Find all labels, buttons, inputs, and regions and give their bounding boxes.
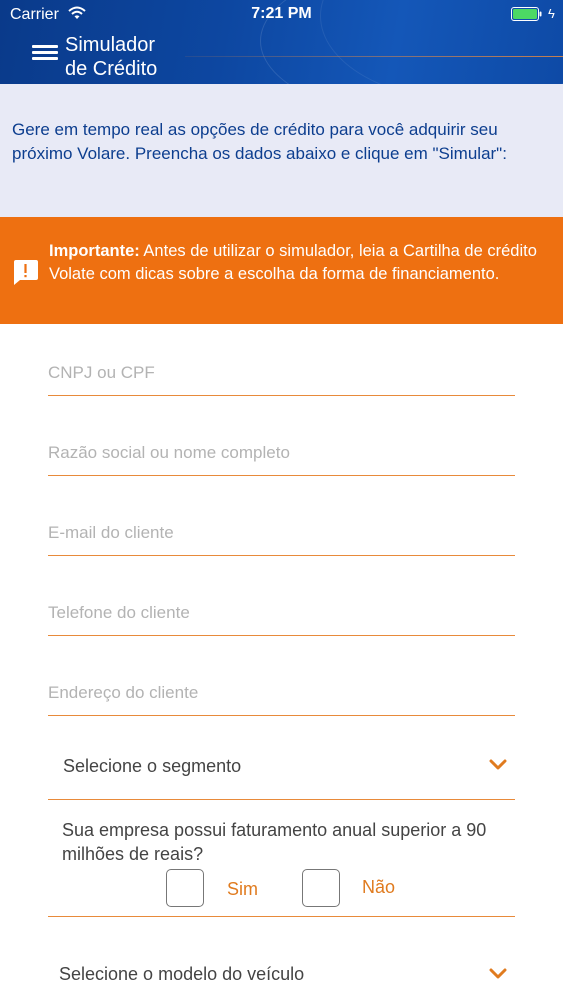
no-label[interactable]: Não — [362, 877, 395, 898]
status-time: 7:21 PM — [251, 5, 312, 22]
menu-button[interactable] — [30, 40, 60, 70]
segment-select-label: Selecione o segmento — [63, 756, 242, 776]
header-decoration — [185, 56, 563, 57]
intro-text: Gere em tempo real as opções de crédito … — [12, 120, 507, 163]
section-divider — [48, 916, 515, 917]
phone-field — [48, 590, 515, 636]
chevron-down-icon — [489, 968, 507, 979]
chevron-down-icon — [489, 759, 507, 770]
address-field — [48, 670, 515, 716]
vehicle-model-select[interactable]: Selecione o modelo do veículo — [48, 950, 515, 998]
address-input[interactable] — [48, 670, 515, 715]
email-field — [48, 510, 515, 556]
phone-input[interactable] — [48, 590, 515, 635]
alert-message-icon — [14, 260, 38, 285]
important-notice: Importante: Antes de utilizar o simulado… — [0, 217, 563, 324]
menu-icon — [32, 57, 58, 60]
page-title: Simulador de Crédito — [65, 33, 157, 81]
battery-icon — [511, 7, 542, 21]
no-checkbox[interactable] — [302, 869, 340, 907]
notice-label: Importante: — [49, 242, 140, 260]
charging-icon: ϟ — [548, 6, 555, 21]
intro-panel: Gere em tempo real as opções de crédito … — [0, 84, 563, 217]
page-title-line: de Crédito — [65, 58, 158, 80]
yes-checkbox[interactable] — [166, 869, 204, 907]
menu-icon — [32, 45, 58, 48]
notice-text: Importante: Antes de utilizar o simulado… — [49, 240, 549, 286]
name-input[interactable] — [48, 430, 515, 475]
name-field — [48, 430, 515, 476]
yes-label[interactable]: Sim — [227, 879, 258, 900]
email-input[interactable] — [48, 510, 515, 555]
cnpj-input[interactable] — [48, 350, 515, 395]
revenue-question: Sua empresa possui faturamento anual sup… — [62, 820, 487, 864]
menu-icon — [32, 51, 58, 54]
cnpj-field — [48, 350, 515, 396]
page-title-line: Simulador — [65, 34, 156, 56]
segment-select[interactable]: Selecione o segmento — [48, 745, 515, 800]
vehicle-model-select-label: Selecione o modelo do veículo — [59, 964, 305, 984]
app-header: Carrier 7:21 PM ϟ Simulador de Crédito — [0, 0, 563, 84]
